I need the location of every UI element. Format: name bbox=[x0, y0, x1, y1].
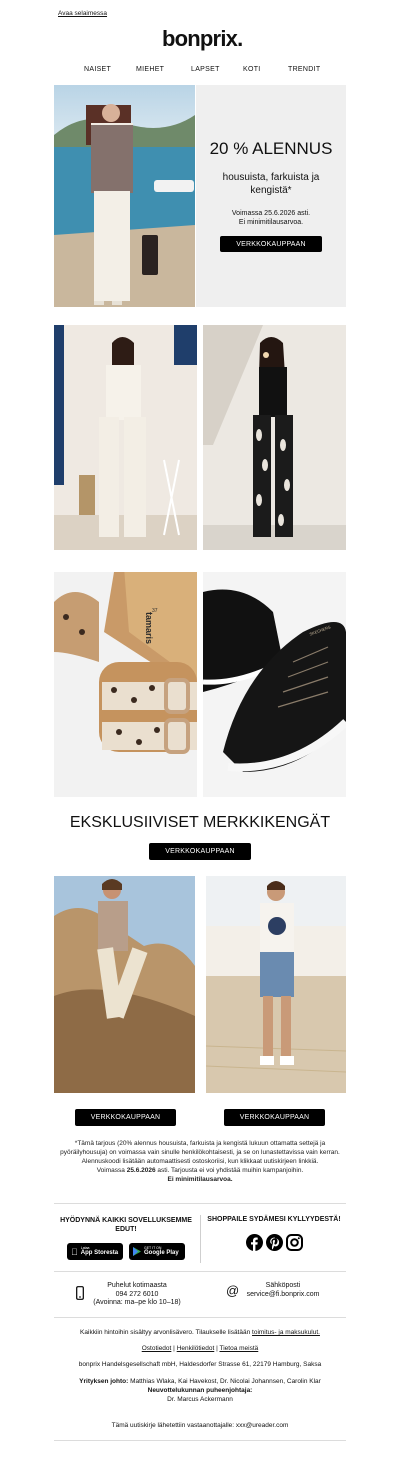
appstore-label: App Storesta bbox=[74, 1250, 118, 1256]
board-label: Neuvottelukunnan puheenjohtaja: bbox=[147, 1387, 253, 1394]
footer-separator: | bbox=[216, 1345, 218, 1352]
apps-title: HYÖDYNNÄ KAIKKI SOVELLUKSEMME EDUT! bbox=[60, 1217, 192, 1233]
kids-outfit-photo[interactable] bbox=[206, 876, 346, 1093]
divider-contact bbox=[54, 1271, 346, 1272]
disclaimer-valid-date: 25.6.2026 bbox=[126, 1167, 156, 1174]
hero-shop-button[interactable]: VERKKOKAUPPAAN bbox=[220, 236, 322, 252]
skechers-sneakers-photo[interactable]: SKECHERS bbox=[203, 572, 346, 797]
google-play-button[interactable]: GET IT ON Google Play bbox=[129, 1243, 185, 1260]
kids-shop-button[interactable]: VERKKOKAUPPAAN bbox=[224, 1109, 325, 1126]
instagram-icon[interactable] bbox=[286, 1234, 303, 1256]
women-outfit-white-photo[interactable] bbox=[54, 325, 197, 550]
management-names: Matthias Wlaka, Kai Havekost, Dr. Nicola… bbox=[128, 1378, 321, 1385]
phone-icon bbox=[76, 1286, 84, 1305]
disclaimer-valid-prefix: Voimassa bbox=[96, 1167, 127, 1174]
disclaimer-min-order: Ei minimitilausarvoa. bbox=[167, 1176, 233, 1183]
footer-separator: | bbox=[173, 1345, 175, 1352]
sandal-size-label: 37 bbox=[152, 608, 158, 614]
phone-title: Puhelut kotimaasta bbox=[107, 1282, 167, 1289]
nav-item-trendit[interactable]: TRENDIT bbox=[288, 66, 320, 73]
hero-subline: housuista, farkuista ja kengistä* bbox=[222, 172, 320, 196]
disclaimer-body: *Tämä tarjous (20% alennus housuista, fa… bbox=[60, 1140, 340, 1165]
social-title: SHOPPAILE SYDÄMESI KYLLYYDESTÄ! bbox=[207, 1216, 341, 1223]
phone-hours: (Avoinna: ma–pe klo 10–18) bbox=[93, 1299, 181, 1306]
privacy-link[interactable]: Henkilötiedot bbox=[177, 1345, 215, 1352]
apps-social-divider bbox=[200, 1215, 201, 1263]
tamaris-sandals-photo[interactable]: tamaris 37 bbox=[54, 572, 197, 797]
management-label: Yrityksen johto: bbox=[79, 1378, 129, 1385]
divider-footer bbox=[54, 1317, 346, 1318]
email-address[interactable]: service@fi.bonprix.com bbox=[240, 1291, 326, 1300]
women-outfit-print-photo[interactable] bbox=[203, 325, 346, 550]
men-outfit-photo[interactable] bbox=[54, 876, 195, 1093]
offer-disclaimer: *Tämä tarjous (20% alennus housuista, fa… bbox=[58, 1139, 342, 1184]
purchase-info-link[interactable]: Ostotiedot bbox=[142, 1345, 172, 1352]
divider-apps bbox=[54, 1203, 346, 1204]
sandal-brand-label: tamaris bbox=[144, 612, 154, 645]
nav-item-naiset[interactable]: NAISET bbox=[84, 66, 111, 73]
vat-notice: Kaikkiin hintoihin sisältyy arvonlisäver… bbox=[54, 1328, 346, 1337]
footer-links: Ostotiedot | Henkilötiedot | Tietoa meis… bbox=[54, 1344, 346, 1353]
open-in-browser-link[interactable]: Avaa selaimessa bbox=[58, 10, 107, 17]
shoes-shop-button[interactable]: VERKKOKAUPPAAN bbox=[149, 843, 251, 860]
email-title: Sähköposti bbox=[265, 1282, 301, 1289]
disclaimer-valid-suffix: asti. Tarjousta ei voi yhdistää muihin k… bbox=[155, 1167, 304, 1174]
board-name: Dr. Marcus Ackermann bbox=[167, 1396, 233, 1403]
vat-text: Kaikkiin hintoihin sisältyy arvonlisäver… bbox=[80, 1329, 253, 1336]
googleplay-label: Google Play bbox=[144, 1250, 179, 1256]
men-shop-button[interactable]: VERKKOKAUPPAAN bbox=[75, 1109, 176, 1126]
hero-min-order-line: Ei minimitilausarvoa. bbox=[238, 219, 304, 226]
management-line: Yrityksen johto: Matthias Wlaka, Kai Hav… bbox=[54, 1377, 346, 1386]
recipient-notice: Tämä uutiskirje lähetettiin vastaanottaj… bbox=[111, 1422, 289, 1429]
apple-icon:  bbox=[71, 1247, 78, 1257]
hero-model-photo[interactable] bbox=[54, 85, 195, 307]
nav-item-koti[interactable]: KOTI bbox=[243, 66, 261, 73]
email-contact: Sähköposti service@fi.bonprix.com bbox=[240, 1282, 326, 1299]
bonprix-logo[interactable]: bonprix. bbox=[162, 26, 243, 52]
hero-headline: 20 % ALENNUS bbox=[209, 139, 333, 158]
shipping-fees-link[interactable]: toimitus- ja maksukulut. bbox=[252, 1329, 320, 1336]
company-address: bonprix Handelsgesellschaft mbH, Haldesd… bbox=[78, 1361, 322, 1368]
app-store-button[interactable]:  LataaApp Storesta bbox=[67, 1243, 123, 1260]
google-play-icon bbox=[133, 1243, 141, 1261]
at-sign-icon: @ bbox=[226, 1283, 240, 1298]
disclaimer-validity: Voimassa 25.6.2026 asti. Tarjousta ei vo… bbox=[58, 1166, 342, 1175]
nav-item-lapset[interactable]: LAPSET bbox=[191, 66, 220, 73]
facebook-icon[interactable] bbox=[246, 1234, 263, 1256]
nav-item-miehet[interactable]: MIEHET bbox=[136, 66, 164, 73]
divider-bottom bbox=[54, 1440, 346, 1441]
hero-valid-line: Voimassa 25.6.2026 asti. bbox=[231, 210, 311, 217]
exclusive-shoes-title: EKSKLUSIIVISET MERKKIKENGÄT bbox=[69, 814, 331, 831]
about-us-link[interactable]: Tietoa meistä bbox=[219, 1345, 258, 1352]
phone-number[interactable]: 094 272 6010 bbox=[86, 1291, 188, 1300]
phone-contact: Puhelut kotimaasta 094 272 6010 (Avoinna… bbox=[86, 1282, 188, 1308]
pinterest-icon[interactable] bbox=[266, 1234, 283, 1256]
hero-offer-panel: 20 % ALENNUS housuista, farkuista ja ken… bbox=[196, 85, 346, 307]
